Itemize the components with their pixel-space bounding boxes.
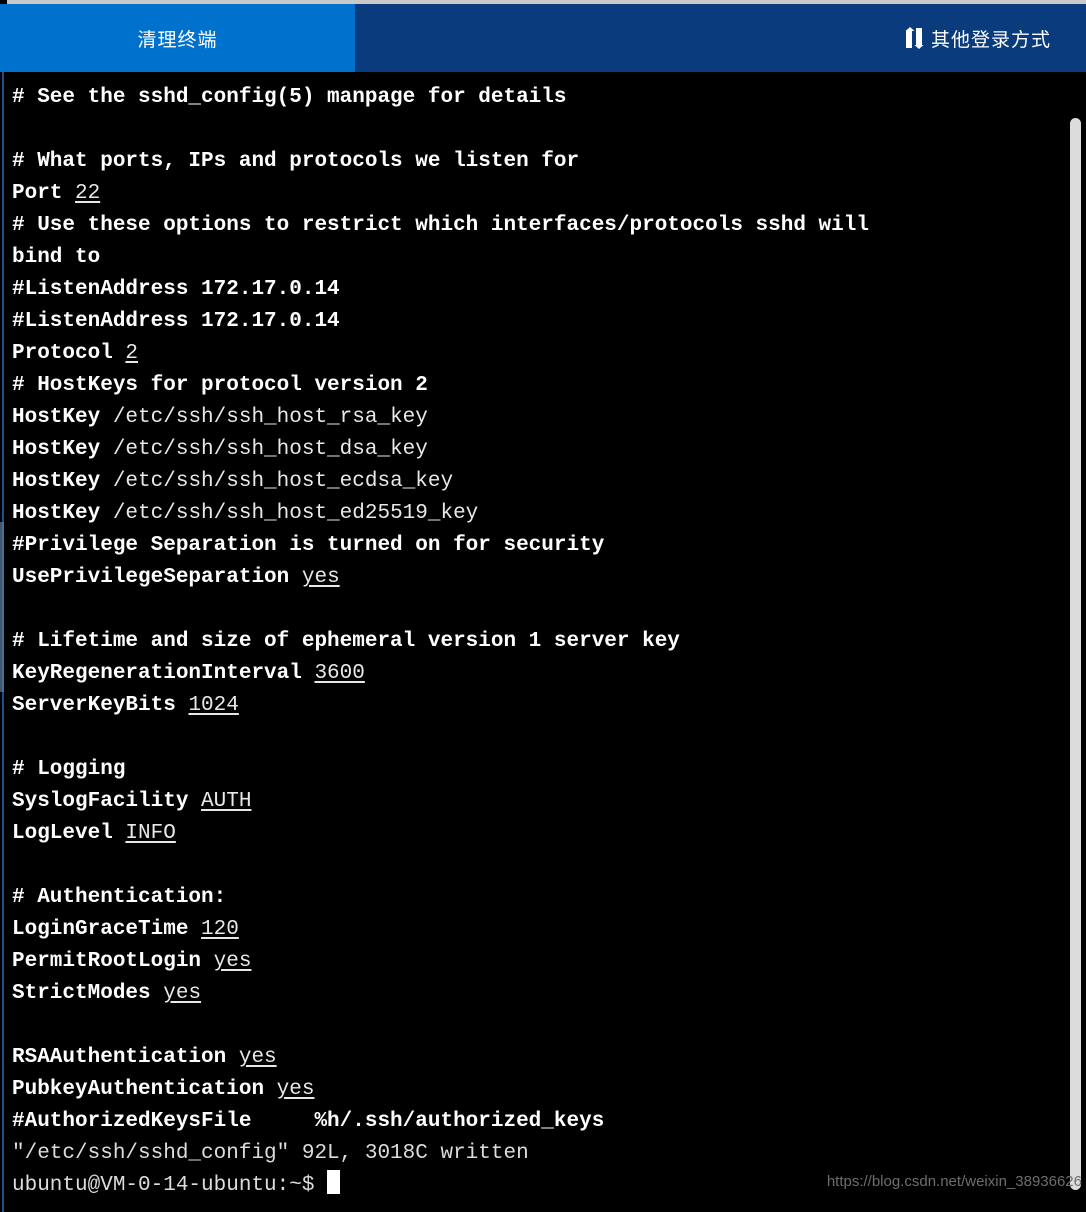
terminal-line: ServerKeyBits 1024 (12, 690, 1052, 722)
terminal-line-keyword: StrictModes (12, 982, 164, 1005)
terminal-line-keyword: # See the sshd_config(5) manpage for det… (12, 86, 567, 109)
terminal-web-console: 清理终端 其他登录方式 # See the sshd_config(5) man… (0, 0, 1086, 1212)
terminal-line-value: yes (213, 950, 252, 973)
terminal-line-keyword: #ListenAddress 172.17.0.14 (12, 310, 340, 333)
terminal-line-keyword: # Logging (12, 758, 126, 781)
terminal-line: # See the sshd_config(5) manpage for det… (12, 82, 1052, 114)
terminal-line-keyword: PermitRootLogin (12, 950, 214, 973)
header-spacer (355, 4, 905, 72)
terminal-line-keyword: HostKey (12, 502, 113, 525)
terminal-line: #ListenAddress 172.17.0.14 (12, 274, 1052, 306)
terminal-line-keyword: # Lifetime and size of ephemeral version… (12, 630, 680, 653)
terminal-line-value: 1024 (188, 694, 239, 717)
terminal-line: # Lifetime and size of ephemeral version… (12, 626, 1052, 658)
terminal-line-keyword: PubkeyAuthentication (12, 1078, 277, 1101)
terminal-line-value: INFO (125, 822, 176, 845)
terminal-line: LoginGraceTime 120 (12, 914, 1052, 946)
terminal-line-path: /etc/ssh/ssh_host_ecdsa_key (112, 470, 454, 493)
terminal-line-path: /etc/ssh/ssh_host_dsa_key (112, 438, 428, 461)
terminal-line: PermitRootLogin yes (12, 946, 1052, 978)
terminal-line-path: /etc/ssh/ssh_host_ed25519_key (112, 502, 479, 525)
terminal-output-area[interactable]: # See the sshd_config(5) manpage for det… (0, 72, 1086, 1212)
terminal-scrollbar-track[interactable] (1056, 72, 1086, 1212)
terminal-line: #Privilege Separation is turned on for s… (12, 530, 1052, 562)
terminal-line: LogLevel INFO (12, 818, 1052, 850)
other-login-methods-button[interactable]: 其他登录方式 (905, 4, 1086, 72)
terminal-line: UsePrivilegeSeparation yes (12, 562, 1052, 594)
shell-prompt-text: ubuntu@VM-0-14-ubuntu:~$ (12, 1174, 328, 1197)
terminal-line-keyword: ServerKeyBits (12, 694, 189, 717)
terminal-line-keyword: Protocol (12, 342, 126, 365)
other-login-methods-label: 其他登录方式 (930, 29, 1051, 51)
terminal-line-value: 120 (201, 918, 239, 941)
terminal-line-keyword: #AuthorizedKeysFile %h/.ssh/authorized_k… (12, 1110, 605, 1133)
terminal-line-value: 22 (75, 182, 101, 205)
terminal-scrollbar-thumb[interactable] (1070, 118, 1081, 1190)
terminal-line: # Use these options to restrict which in… (12, 210, 1052, 242)
console-header-bar: 清理终端 其他登录方式 (0, 4, 1086, 72)
terminal-line: PubkeyAuthentication yes (12, 1074, 1052, 1106)
terminal-line: Protocol 2 (12, 338, 1052, 370)
terminal-line-path: /etc/ssh/ssh_host_rsa_key (112, 406, 428, 429)
terminal-line: HostKey /etc/ssh/ssh_host_ecdsa_key (12, 466, 1052, 498)
terminal-line: HostKey /etc/ssh/ssh_host_ed25519_key (12, 498, 1052, 530)
switch-arrows-icon (905, 27, 924, 49)
terminal-line: KeyRegenerationInterval 3600 (12, 658, 1052, 690)
terminal-line-keyword: LogLevel (12, 822, 126, 845)
terminal-line: # Authentication: (12, 882, 1052, 914)
terminal-line-keyword: HostKey (12, 438, 113, 461)
terminal-line: #AuthorizedKeysFile %h/.ssh/authorized_k… (12, 1106, 1052, 1138)
terminal-left-border-highlight (0, 522, 4, 692)
terminal-line: HostKey /etc/ssh/ssh_host_dsa_key (12, 434, 1052, 466)
terminal-line-keyword: #ListenAddress 172.17.0.14 (12, 278, 340, 301)
terminal-cursor (327, 1170, 341, 1194)
terminal-line-value: 3600 (314, 662, 365, 685)
terminal-line-value: 2 (125, 342, 139, 365)
watermark-text: https://blog.csdn.net/weixin_38936626 (826, 1173, 1082, 1190)
vim-status-line: "/etc/ssh/sshd_config" 92L, 3018C writte… (12, 1142, 529, 1165)
terminal-line-keyword: LoginGraceTime (12, 918, 202, 941)
terminal-line-keyword: # HostKeys for protocol version 2 (12, 374, 428, 397)
terminal-line-keyword: bind to (12, 246, 101, 269)
terminal-line: SyslogFacility AUTH (12, 786, 1052, 818)
terminal-line: RSAAuthentication yes (12, 1042, 1052, 1074)
terminal-line-value: AUTH (201, 790, 252, 813)
terminal-line-keyword: HostKey (12, 406, 113, 429)
terminal-line-keyword: RSAAuthentication (12, 1046, 239, 1069)
terminal-line: # What ports, IPs and protocols we liste… (12, 146, 1052, 178)
terminal-line: # Logging (12, 754, 1052, 786)
terminal-line-keyword: # Use these options to restrict which in… (12, 214, 869, 237)
terminal-line: Port 22 (12, 178, 1052, 210)
terminal-line-value: yes (163, 982, 202, 1005)
terminal-line-keyword: HostKey (12, 470, 113, 493)
terminal-line-keyword: #Privilege Separation is turned on for s… (12, 534, 605, 557)
clear-terminal-button[interactable]: 清理终端 (0, 4, 355, 72)
terminal-line-value: yes (238, 1046, 277, 1069)
terminal-line-keyword: # What ports, IPs and protocols we liste… (12, 150, 580, 173)
terminal-line: bind to (12, 242, 1052, 274)
terminal-line: HostKey /etc/ssh/ssh_host_rsa_key (12, 402, 1052, 434)
terminal-line-keyword: Port (12, 182, 76, 205)
clear-terminal-label: 清理终端 (137, 29, 218, 51)
terminal-line-keyword: SyslogFacility (12, 790, 202, 813)
terminal-line-list: # See the sshd_config(5) manpage for det… (12, 82, 1052, 1202)
terminal-line: StrictModes yes (12, 978, 1052, 1010)
terminal-line: # HostKeys for protocol version 2 (12, 370, 1052, 402)
terminal-line-value: yes (301, 566, 340, 589)
terminal-line-keyword: UsePrivilegeSeparation (12, 566, 302, 589)
terminal-line: #ListenAddress 172.17.0.14 (12, 306, 1052, 338)
terminal-line-value: yes (276, 1078, 315, 1101)
terminal-line-keyword: KeyRegenerationInterval (12, 662, 315, 685)
terminal-line-keyword: # Authentication: (12, 886, 227, 909)
